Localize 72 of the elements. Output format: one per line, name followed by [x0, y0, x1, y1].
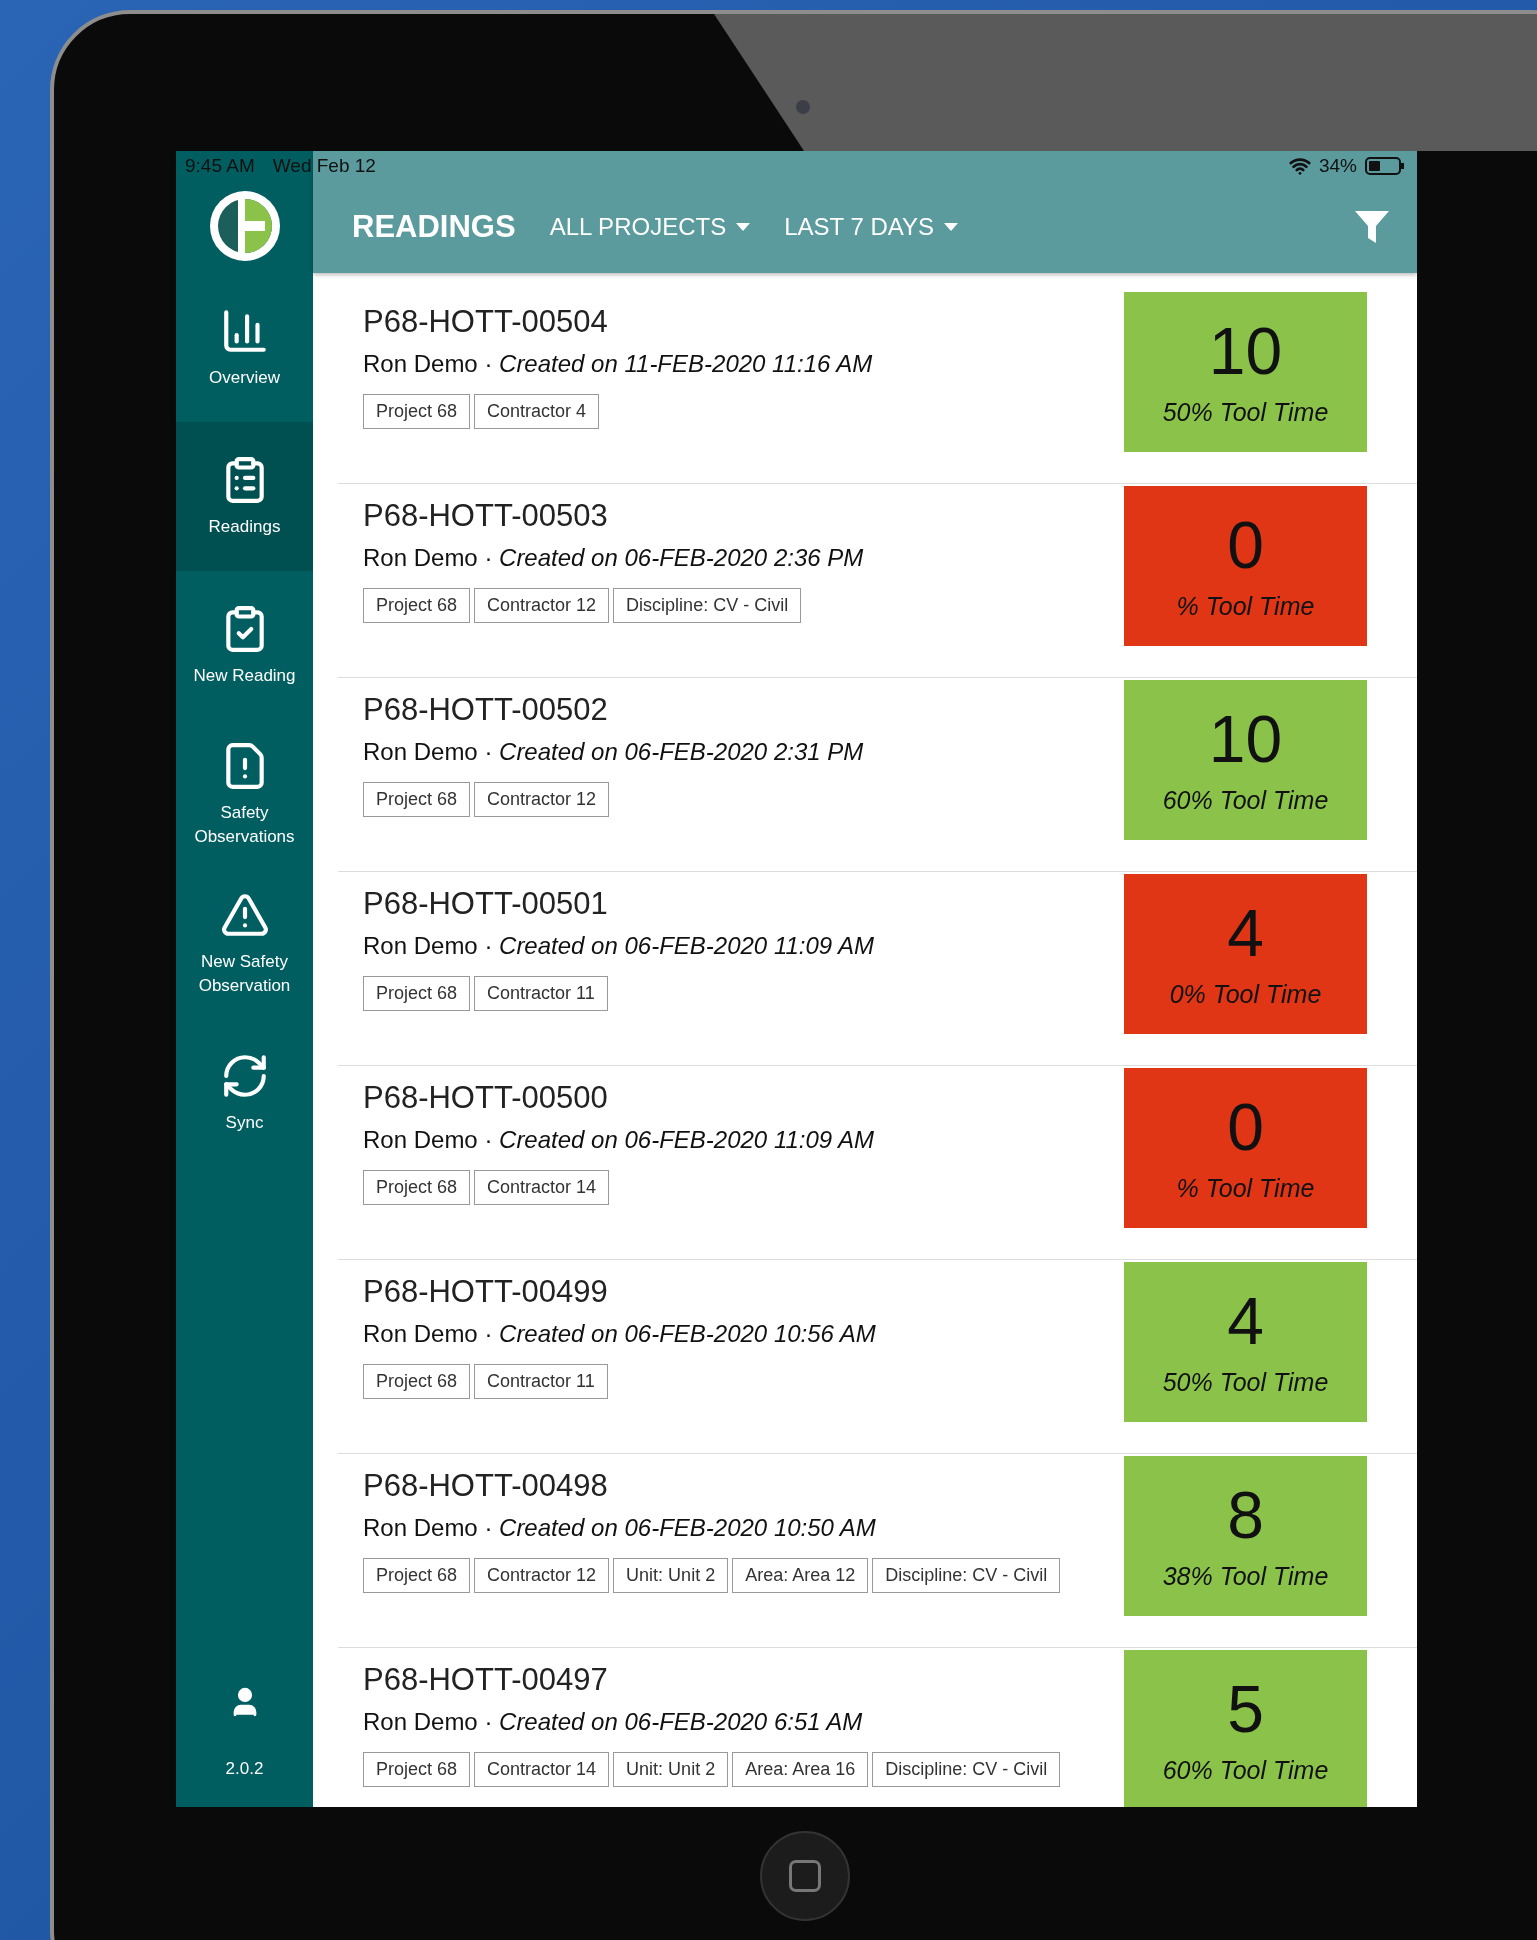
score-value: 8 — [1227, 1481, 1264, 1548]
score-value: 10 — [1208, 705, 1283, 772]
tag-label: Project 68 — [363, 1752, 471, 1787]
tool-time-text: 50% Tool Time — [1162, 1367, 1329, 1397]
score-value: 0 — [1227, 1093, 1264, 1160]
sidebar-nav-item[interactable]: Overview — [176, 273, 313, 422]
tag-label: Project 68 — [363, 1170, 471, 1205]
reading-meta: Ron Demo · Created on 11-FEB-2020 11:16 AM — [363, 350, 874, 378]
tool-time-text: 60% Tool Time — [1162, 1755, 1329, 1785]
logo-icon — [207, 189, 282, 263]
tag-label: Project 68 — [363, 1558, 471, 1593]
tag-label: Discipline: CV - Civil — [872, 1558, 1061, 1593]
reading-meta: Ron Demo · Created on 06-FEB-2020 10:56 AM — [363, 1320, 877, 1348]
score-value: 0 — [1227, 511, 1264, 578]
tag-label: Contractor 12 — [474, 782, 610, 817]
reading-id[interactable]: P68-HOTT-00504 — [363, 304, 1124, 340]
filter-icon[interactable] — [1355, 211, 1389, 243]
score-value: 5 — [1227, 1675, 1264, 1742]
reading-meta: Ron Demo · Created on 06-FEB-2020 6:51 AM — [363, 1708, 864, 1736]
tag-label: Contractor 12 — [474, 1558, 610, 1593]
reading-id[interactable]: P68-HOTT-00501 — [363, 886, 1124, 922]
tag-label: Unit: Unit 2 — [613, 1752, 729, 1787]
tag-label: Contractor 11 — [474, 976, 608, 1011]
tag-label: Project 68 — [363, 588, 471, 623]
wifi-icon — [1288, 155, 1311, 177]
caret-icon — [944, 223, 958, 231]
tag-label: Project 68 — [363, 394, 471, 429]
reading-id[interactable]: P68-HOTT-00498 — [363, 1468, 1124, 1504]
sidebar-nav-item[interactable]: Readings — [176, 422, 313, 571]
tag-label: Area: Area 12 — [732, 1558, 869, 1593]
tool-time-text: % Tool Time — [1176, 591, 1315, 621]
tag-label: Contractor 14 — [474, 1170, 610, 1205]
version-text: 2.0.2 — [225, 1759, 264, 1779]
reading-id[interactable]: P68-HOTT-00503 — [363, 498, 1124, 534]
tag-label: Project 68 — [363, 782, 471, 817]
score-value: 4 — [1227, 1287, 1264, 1354]
reading-id[interactable]: P68-HOTT-00502 — [363, 692, 1124, 728]
status-date: Wed Feb 12 — [272, 155, 376, 177]
tool-time-text: % Tool Time — [1176, 1173, 1315, 1203]
tag-label: Contractor 4 — [474, 394, 600, 429]
sidebar-nav-item[interactable]: New Reading — [176, 571, 313, 720]
score-value: 10 — [1208, 317, 1283, 384]
sidebar-nav-item[interactable]: New Safety Observation — [176, 869, 313, 1018]
tool-time-text: 60% Tool Time — [1162, 785, 1329, 815]
tag-label: Project 68 — [363, 976, 471, 1011]
tag-label: Area: Area 16 — [732, 1752, 869, 1787]
tag-label: Discipline: CV - Civil — [872, 1752, 1061, 1787]
reading-id[interactable]: P68-HOTT-00497 — [363, 1662, 1124, 1698]
tag-label: Contractor 14 — [474, 1752, 610, 1787]
tag-label: Discipline: CV - Civil — [613, 588, 802, 623]
tag-label: Project 68 — [363, 1364, 471, 1399]
tool-time-text: 38% Tool Time — [1162, 1561, 1329, 1591]
tool-time-text: 0% Tool Time — [1169, 979, 1322, 1009]
reading-meta: Ron Demo · Created on 06-FEB-2020 11:09 AM — [363, 932, 875, 960]
score-value: 4 — [1227, 899, 1264, 966]
tool-time-text: 50% Tool Time — [1162, 397, 1329, 427]
reading-meta: Ron Demo · Created on 06-FEB-2020 10:50 AM — [363, 1514, 877, 1542]
reading-meta: Ron Demo · Created on 06-FEB-2020 2:31 PM — [363, 738, 865, 766]
reading-id[interactable]: P68-HOTT-00499 — [363, 1274, 1124, 1310]
reading-id[interactable]: P68-HOTT-00500 — [363, 1080, 1124, 1116]
sidebar-nav-item[interactable]: Sync — [176, 1018, 313, 1167]
tag-label: Unit: Unit 2 — [613, 1558, 729, 1593]
tag-label: Contractor 11 — [474, 1364, 608, 1399]
status-time: 9:45 AM — [185, 155, 255, 177]
sidebar-nav-item[interactable]: Safety Observations — [176, 720, 313, 869]
reading-meta: Ron Demo · Created on 06-FEB-2020 2:36 PM — [363, 544, 865, 572]
reading-meta: Ron Demo · Created on 06-FEB-2020 11:09 AM — [363, 1126, 875, 1154]
battery-text: 34% — [1318, 155, 1357, 177]
page-title: READINGS — [352, 209, 516, 245]
tag-label: Contractor 12 — [474, 588, 610, 623]
battery-icon — [1365, 156, 1405, 176]
caret-icon — [736, 223, 751, 231]
